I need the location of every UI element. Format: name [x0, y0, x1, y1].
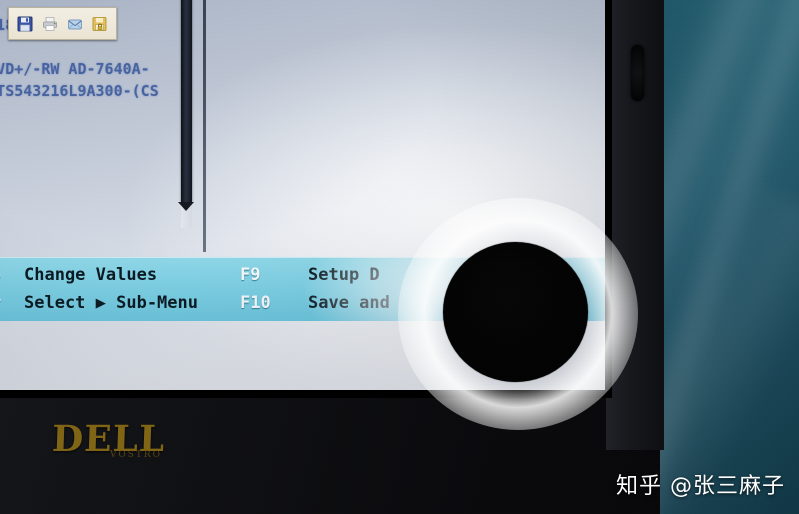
lock-save-icon — [92, 16, 107, 31]
open-button[interactable] — [64, 13, 86, 35]
bios-footer-key: F10 — [240, 293, 271, 313]
app-toolbar — [8, 7, 117, 40]
watermark: 知乎 @张三麻子 — [616, 474, 785, 499]
print-button[interactable] — [39, 13, 61, 35]
bios-text-line: iarc DVD+/-RW AD-7640A- — [0, 60, 150, 78]
bios-footer-action: Select ▶ Sub-Menu — [24, 293, 198, 313]
secure-save-button[interactable] — [89, 13, 111, 35]
black-circular-obstruction — [443, 242, 588, 382]
bios-panel-divider — [203, 0, 206, 252]
lid-latch — [631, 45, 644, 101]
bios-footer-key: Enter — [0, 293, 1, 313]
scroll-down-arrow-icon[interactable] — [178, 202, 194, 211]
bios-scrollbar-thumb[interactable] — [181, 0, 192, 202]
save-button[interactable] — [14, 13, 36, 35]
open-mail-icon — [68, 19, 82, 29]
dell-sublabel: VOSTRO — [110, 450, 163, 460]
bios-footer-action: Setup D — [308, 265, 380, 285]
bios-footer-action: Change Values — [24, 265, 158, 285]
bios-footer-key: F9 — [240, 265, 261, 285]
bios-footer-key: F5/F6 — [0, 265, 1, 285]
bios-text-line: achi HTS543216L9A300-(CS — [0, 82, 159, 100]
photo-scene: KBDstro1318iarc DVD+/-RW AD-7640A-achi H… — [0, 0, 799, 514]
save-icon — [17, 16, 33, 31]
print-icon — [43, 16, 57, 31]
bios-footer-action: Save and — [308, 293, 390, 313]
